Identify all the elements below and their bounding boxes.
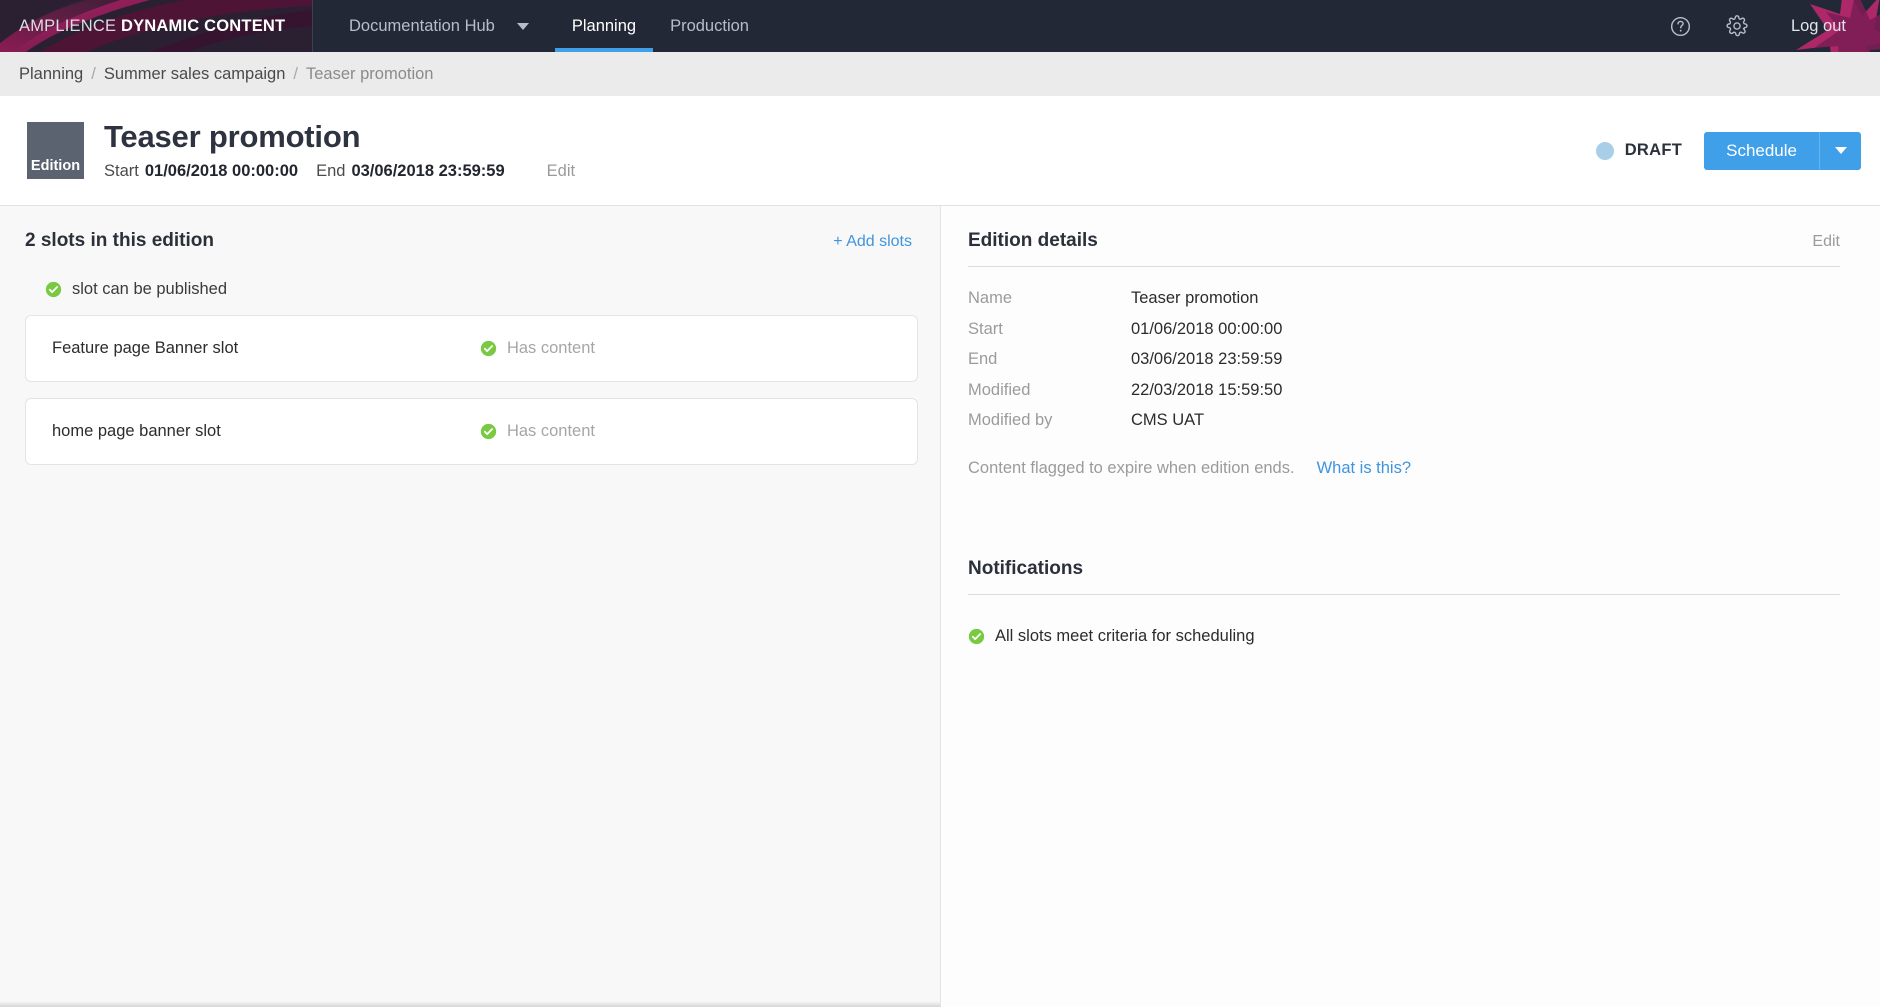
slot-status: Has content <box>480 339 595 358</box>
brand-title[interactable]: AMPLIENCE DYNAMIC CONTENT <box>0 17 285 36</box>
end-value: 03/06/2018 23:59:59 <box>351 162 505 181</box>
edition-details-header: Edition details Edit <box>968 230 1840 252</box>
slot-status: Has content <box>480 422 595 441</box>
slot-list: Feature page Banner slot Has content hom… <box>25 315 918 465</box>
detail-label-name: Name <box>968 289 1013 307</box>
slots-count-title: 2 slots in this edition <box>25 230 214 251</box>
breadcrumb-item-campaign[interactable]: Summer sales campaign <box>104 65 286 84</box>
breadcrumb-item-current: Teaser promotion <box>306 64 434 83</box>
detail-label-start: Start <box>968 319 1003 338</box>
list-item: All slots meet criteria for scheduling <box>968 627 1840 646</box>
nav-item-planning-label: Planning <box>571 16 637 35</box>
top-navigation-bar: AMPLIENCE DYNAMIC CONTENT Documentation … <box>0 0 1880 52</box>
slots-panel-header: 2 slots in this edition + Add slots <box>25 230 918 252</box>
schedule-button-group: Schedule <box>1704 131 1861 170</box>
slot-name: Feature page Banner slot <box>52 339 239 357</box>
notification-text: All slots meet criteria for scheduling <box>995 626 1255 645</box>
slots-legend: slot can be published <box>45 280 918 299</box>
panel-bottom-shadow <box>0 1001 940 1007</box>
edition-details-panel: Edition details Edit Name Teaser promoti… <box>941 206 1880 1007</box>
detail-value-start: 01/06/2018 00:00:00 <box>1131 319 1283 338</box>
breadcrumb-separator: / <box>293 64 298 83</box>
detail-value-end: 03/06/2018 23:59:59 <box>1131 350 1283 368</box>
edition-type-badge: Edition <box>27 122 84 179</box>
page-header: Edition Teaser promotion Start 01/06/201… <box>0 96 1880 206</box>
start-label: Start <box>104 162 139 181</box>
logout-button[interactable]: Log out <box>1765 0 1880 52</box>
notifications-section: Notifications All slots meet criteria fo… <box>968 558 1840 646</box>
help-circle-icon[interactable] <box>1653 0 1709 52</box>
add-slots-link[interactable]: + Add slots <box>833 233 912 251</box>
end-label: End <box>316 162 346 181</box>
notifications-title: Notifications <box>968 557 1084 579</box>
what-is-this-link[interactable]: What is this? <box>1317 459 1411 478</box>
expire-notice: Content flagged to expire when edition e… <box>968 459 1840 478</box>
status-badge: DRAFT <box>1595 141 1683 160</box>
detail-value-modified-by: CMS UAT <box>1131 411 1205 429</box>
table-row: Start 01/06/2018 00:00:00 <box>968 320 1840 351</box>
expire-notice-text: Content flagged to expire when edition e… <box>968 458 1295 477</box>
breadcrumb: Planning / Summer sales campaign / Tease… <box>0 52 1880 96</box>
list-item[interactable]: home page banner slot Has content <box>25 398 918 465</box>
breadcrumb-item-planning[interactable]: Planning <box>19 65 83 84</box>
brand-title-light: AMPLIENCE <box>19 16 117 35</box>
gear-icon[interactable] <box>1709 0 1765 52</box>
check-circle-icon <box>480 423 497 440</box>
logout-label: Log out <box>1790 16 1846 35</box>
nav-item-production[interactable]: Production <box>653 0 766 52</box>
nav-items: Documentation Hub Planning Production <box>313 0 766 52</box>
chevron-down-icon <box>1834 147 1847 154</box>
breadcrumb-separator: / <box>91 64 96 83</box>
detail-value-name: Teaser promotion <box>1131 289 1259 307</box>
detail-label-modified-by: Modified by <box>968 411 1053 429</box>
nav-item-planning[interactable]: Planning <box>554 0 654 52</box>
divider <box>968 266 1840 267</box>
table-row: Modified 22/03/2018 15:59:50 <box>968 381 1840 412</box>
divider <box>968 593 1840 595</box>
status-badge-label: DRAFT <box>1624 141 1683 159</box>
brand-zone: AMPLIENCE DYNAMIC CONTENT <box>0 0 313 52</box>
check-circle-icon <box>968 628 985 645</box>
nav-item-documentation-hub[interactable]: Documentation Hub <box>332 0 503 52</box>
page-header-dates: Start 01/06/2018 00:00:00 End 03/06/2018… <box>104 162 575 181</box>
list-item[interactable]: Feature page Banner slot Has content <box>25 315 918 382</box>
page-title: Teaser promotion <box>104 118 361 154</box>
detail-label-end: End <box>968 350 998 368</box>
nav-item-production-label: Production <box>670 16 749 35</box>
edit-dates-link[interactable]: Edit <box>547 162 575 181</box>
detail-label-modified: Modified <box>968 380 1031 399</box>
check-circle-icon <box>45 281 62 298</box>
brand-title-bold: DYNAMIC CONTENT <box>120 16 286 35</box>
slot-status-label: Has content <box>506 422 595 440</box>
table-row: Name Teaser promotion <box>968 289 1840 320</box>
table-row: Modified by CMS UAT <box>968 411 1840 442</box>
check-circle-icon <box>480 340 497 357</box>
edition-details-title: Edition details <box>968 230 1098 251</box>
slots-panel: 2 slots in this edition + Add slots slot… <box>0 206 941 1007</box>
page-header-texts: Teaser promotion Start 01/06/2018 00:00:… <box>104 118 575 182</box>
nav-right-actions: Log out <box>1653 0 1880 52</box>
slot-status-label: Has content <box>506 339 595 357</box>
content-area: 2 slots in this edition + Add slots slot… <box>0 206 1880 1007</box>
schedule-button[interactable]: Schedule <box>1704 131 1819 170</box>
status-dot-icon <box>1595 141 1614 160</box>
table-row: End 03/06/2018 23:59:59 <box>968 350 1840 381</box>
chevron-down-icon[interactable] <box>503 0 555 52</box>
edit-details-link[interactable]: Edit <box>1812 233 1840 251</box>
start-value: 01/06/2018 00:00:00 <box>144 162 299 181</box>
detail-value-modified: 22/03/2018 15:59:50 <box>1131 380 1283 399</box>
edition-details-table: Name Teaser promotion Start 01/06/2018 0… <box>968 289 1840 442</box>
slots-legend-label: slot can be published <box>72 280 228 298</box>
schedule-dropdown-toggle[interactable] <box>1819 131 1861 170</box>
page-header-actions: DRAFT Schedule <box>1595 131 1861 170</box>
nav-item-documentation-hub-label: Documentation Hub <box>349 16 495 35</box>
slot-name: home page banner slot <box>52 422 221 440</box>
notifications-header: Notifications <box>968 558 1840 580</box>
